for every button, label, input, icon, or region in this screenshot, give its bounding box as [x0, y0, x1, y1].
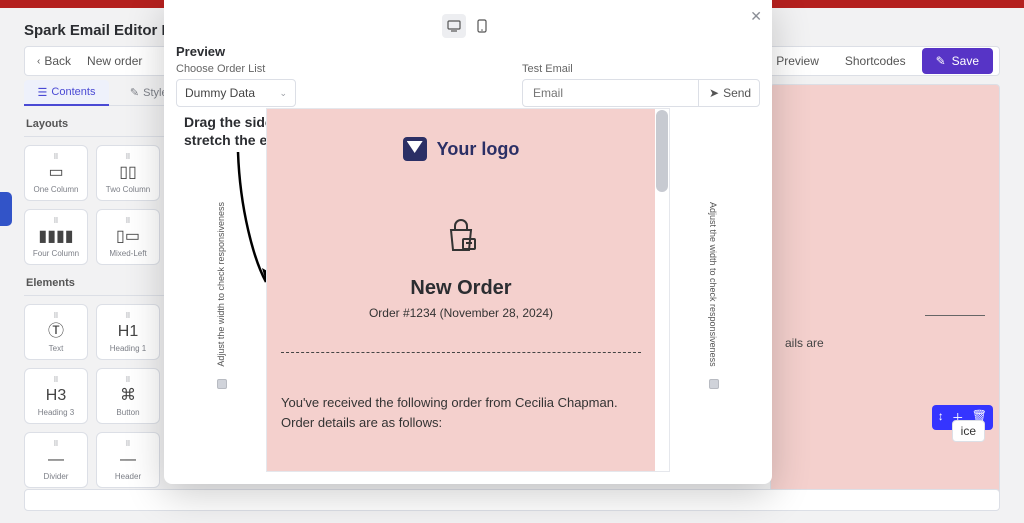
- order-line: Order #1234 (November 28, 2024): [281, 306, 641, 320]
- desktop-icon: [447, 20, 461, 32]
- send-button[interactable]: ➤ Send: [698, 80, 761, 106]
- select-value: Dummy Data: [185, 86, 255, 100]
- divider: [281, 352, 641, 353]
- preview-title: Preview: [176, 44, 772, 59]
- rail-label: Adjust the width to check responsiveness: [708, 202, 718, 367]
- drag-handle-icon[interactable]: [217, 379, 227, 389]
- rail-label: Adjust the width to check responsiveness: [216, 202, 226, 367]
- preview-modal: ✕ Preview Choose Order List Dummy Data ⌄…: [164, 0, 772, 484]
- mobile-mode-button[interactable]: [470, 14, 494, 38]
- logo-text: Your logo: [437, 139, 520, 160]
- send-icon: ➤: [709, 86, 719, 100]
- mobile-icon: [477, 19, 487, 33]
- choose-order-list-label: Choose Order List: [176, 63, 296, 75]
- email-body-text: You've received the following order from…: [281, 393, 641, 432]
- chevron-down-icon: ⌄: [279, 88, 287, 99]
- scrollbar[interactable]: [656, 110, 668, 192]
- left-resize-rail[interactable]: Adjust the width to check responsiveness: [216, 202, 228, 399]
- close-icon[interactable]: ✕: [750, 8, 762, 25]
- test-email-label: Test Email: [522, 63, 760, 75]
- modal-overlay: ✕ Preview Choose Order List Dummy Data ⌄…: [0, 0, 1024, 523]
- test-email-input[interactable]: [523, 86, 698, 100]
- email-heading: New Order: [281, 277, 641, 300]
- desktop-mode-button[interactable]: [442, 14, 466, 38]
- email-preview: Your logo New Order Order #1234 (Novembe…: [267, 109, 655, 471]
- right-resize-rail[interactable]: Adjust the width to check responsiveness: [708, 202, 720, 399]
- preview-scroll-area: Your logo New Order Order #1234 (Novembe…: [266, 108, 670, 472]
- logo-icon: [403, 137, 427, 161]
- order-list-select[interactable]: Dummy Data ⌄: [176, 79, 296, 107]
- send-label: Send: [723, 86, 751, 100]
- drag-handle-icon[interactable]: [709, 379, 719, 389]
- shopping-bag-icon: [281, 215, 641, 255]
